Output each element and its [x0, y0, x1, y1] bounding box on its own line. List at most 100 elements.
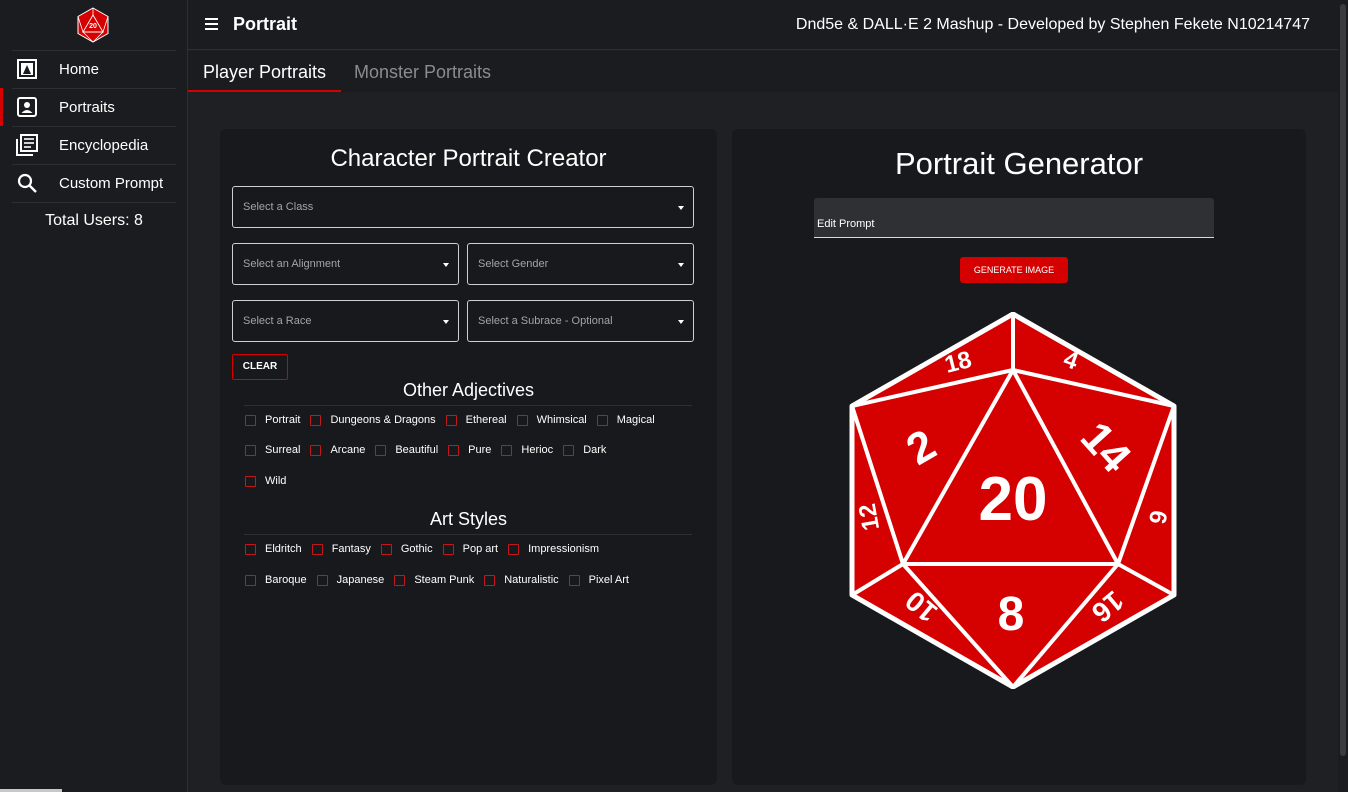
- dice-face-far-left: 12: [854, 502, 885, 533]
- adjective-checkbox-ethereal[interactable]: Ethereal: [445, 414, 507, 426]
- checkbox-box[interactable]: [445, 414, 457, 426]
- sidebar-item-home[interactable]: Home: [0, 50, 187, 88]
- checkbox-label: Steam Punk: [414, 574, 475, 586]
- checkbox-label: Fantasy: [331, 543, 371, 555]
- art-styles-row: Baroque Japanese Steam Punk Naturalistic…: [245, 574, 639, 586]
- class-select[interactable]: Select a Class: [232, 186, 694, 228]
- generate-image-button[interactable]: GENERATE IMAGE: [960, 257, 1068, 283]
- checkbox-label: Beautiful: [395, 444, 439, 456]
- sidebar-item-portraits[interactable]: Portraits: [0, 88, 187, 126]
- dice-face-bottom: 8: [998, 588, 1025, 641]
- adjective-checkbox-herioc[interactable]: Herioc: [501, 444, 553, 456]
- subrace-select[interactable]: Select a Subrace - Optional: [467, 300, 694, 342]
- checkbox-box[interactable]: [310, 414, 322, 426]
- art-styles-title: Art Styles: [429, 509, 508, 529]
- checkbox-box[interactable]: [245, 574, 256, 586]
- checkbox-label: Ethereal: [465, 414, 507, 426]
- adjective-checkbox-arcane[interactable]: Arcane: [310, 444, 365, 456]
- adjective-checkbox-whimsical[interactable]: Whimsical: [516, 414, 587, 426]
- checkbox-box[interactable]: [245, 475, 256, 487]
- checkbox-label: Arcane: [330, 444, 366, 456]
- checkbox-box[interactable]: [394, 574, 406, 586]
- style-checkbox-fantasy[interactable]: Fantasy: [311, 543, 371, 555]
- d20-logo-icon[interactable]: 20: [76, 7, 110, 43]
- page-scrollbar[interactable]: [1338, 0, 1348, 792]
- alignment-select-placeholder: Select an Alignment: [243, 258, 341, 270]
- checkbox-box[interactable]: [310, 444, 322, 456]
- checkbox-label: Whimsical: [536, 414, 587, 426]
- gender-select-placeholder: Select Gender: [478, 258, 549, 270]
- scrollbar-thumb[interactable]: [1340, 4, 1346, 756]
- app-root: 20 Home Portraits Encyclopedia Custom Pr…: [0, 0, 1348, 792]
- checkbox-label: Wild: [265, 475, 287, 487]
- checkbox-box[interactable]: [245, 543, 256, 555]
- checkbox-box[interactable]: [380, 543, 392, 555]
- top-app-bar: Portrait Dnd5e & DALL·E 2 Mashup - Devel…: [188, 0, 1338, 50]
- sidebar-item-label: Encyclopedia: [59, 136, 149, 154]
- checkbox-box[interactable]: [563, 444, 575, 456]
- checkbox-box[interactable]: [516, 414, 528, 426]
- checkbox-box[interactable]: [596, 414, 608, 426]
- page-title: Portrait: [233, 14, 298, 34]
- style-checkbox-naturalistic[interactable]: Naturalistic: [484, 574, 559, 586]
- style-checkbox-pop-art[interactable]: Pop art: [442, 543, 498, 555]
- checkbox-label: Pure: [468, 444, 492, 456]
- adjectives-title: Other Adjectives: [402, 380, 535, 400]
- home-portrait-icon: [16, 58, 38, 80]
- style-checkbox-pixel-art[interactable]: Pixel Art: [568, 574, 629, 586]
- style-checkbox-eldritch[interactable]: Eldritch: [245, 543, 302, 555]
- adjective-checkbox-beautiful[interactable]: Beautiful: [375, 444, 438, 456]
- app-credit: Dnd5e & DALL·E 2 Mashup - Developed by S…: [795, 16, 1310, 33]
- edit-prompt-field[interactable]: Edit Prompt: [814, 198, 1214, 238]
- adjective-checkbox-magical[interactable]: Magical: [596, 414, 655, 426]
- gender-select[interactable]: Select Gender: [467, 243, 694, 285]
- race-select[interactable]: Select a Race: [232, 300, 459, 342]
- creator-title: Character Portrait Creator: [330, 145, 607, 172]
- account-box-icon: [16, 96, 38, 118]
- checkbox-box[interactable]: [245, 414, 256, 426]
- adjective-checkbox-dark[interactable]: Dark: [563, 444, 606, 456]
- checkbox-box[interactable]: [311, 543, 323, 555]
- checkbox-label: Herioc: [521, 444, 554, 456]
- chevron-down-icon: [443, 320, 449, 324]
- race-select-placeholder: Select a Race: [243, 315, 312, 327]
- adjective-checkbox-surreal[interactable]: Surreal: [245, 444, 300, 456]
- checkbox-box[interactable]: [316, 574, 328, 586]
- style-checkbox-gothic[interactable]: Gothic: [380, 543, 433, 555]
- chevron-down-icon: [443, 263, 449, 267]
- adjective-checkbox-pure[interactable]: Pure: [448, 444, 491, 456]
- tab-player-portraits[interactable]: Player Portraits: [188, 51, 341, 92]
- sidebar-divider: [12, 202, 176, 203]
- checkbox-box[interactable]: [448, 444, 460, 456]
- clear-button[interactable]: CLEAR: [232, 354, 288, 380]
- style-checkbox-steam-punk[interactable]: Steam Punk: [394, 574, 474, 586]
- sidebar-item-custom-prompt[interactable]: Custom Prompt: [0, 164, 187, 202]
- style-checkbox-impressionism[interactable]: Impressionism: [508, 543, 599, 555]
- style-checkbox-japanese[interactable]: Japanese: [316, 574, 384, 586]
- edit-prompt-label: Edit Prompt: [817, 218, 875, 230]
- checkbox-box[interactable]: [245, 444, 256, 456]
- checkbox-label: Dark: [583, 444, 607, 456]
- d20-dice-icon: 20 8 2 14 18 4 12 6 10 16: [848, 311, 1178, 690]
- menu-icon[interactable]: [205, 18, 218, 30]
- checkbox-box[interactable]: [484, 574, 496, 586]
- adjective-checkbox-dungeons-dragons[interactable]: Dungeons & Dragons: [310, 414, 436, 426]
- checkbox-box[interactable]: [568, 574, 580, 586]
- sidebar-item-encyclopedia[interactable]: Encyclopedia: [0, 126, 187, 164]
- checkbox-box[interactable]: [508, 543, 520, 555]
- checkbox-label: Gothic: [400, 543, 433, 555]
- style-checkbox-baroque[interactable]: Baroque: [245, 574, 307, 586]
- adjective-checkbox-wild[interactable]: Wild: [245, 475, 286, 487]
- tab-monster-portraits[interactable]: Monster Portraits: [354, 51, 491, 92]
- portrait-generator-panel: Portrait Generator Edit Prompt GENERATE …: [732, 129, 1306, 785]
- checkbox-box[interactable]: [501, 444, 513, 456]
- checkbox-box[interactable]: [375, 444, 387, 456]
- dice-face-center: 20: [979, 465, 1048, 534]
- alignment-select[interactable]: Select an Alignment: [232, 243, 459, 285]
- adjective-checkbox-portrait[interactable]: Portrait: [245, 414, 300, 426]
- checkbox-label: Surreal: [265, 444, 301, 456]
- class-select-placeholder: Select a Class: [243, 201, 314, 213]
- checkbox-box[interactable]: [442, 543, 454, 555]
- checkbox-label: Baroque: [265, 574, 307, 586]
- sidebar: 20 Home Portraits Encyclopedia Custom Pr…: [0, 0, 188, 792]
